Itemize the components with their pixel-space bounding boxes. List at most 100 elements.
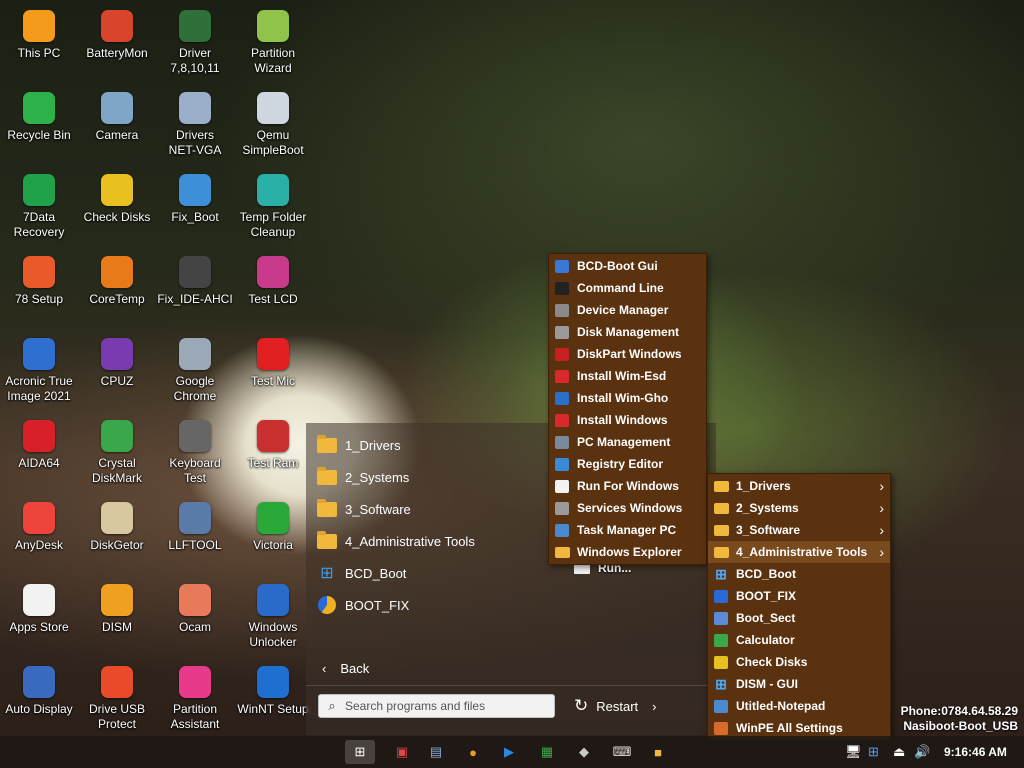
menu-item-label: 2_Systems <box>736 501 799 515</box>
menu-item[interactable]: Install Windows <box>549 409 706 431</box>
desktop-icon[interactable]: Google Chrome <box>156 338 234 404</box>
menu-item[interactable]: Command Line <box>549 277 706 299</box>
menu-item[interactable]: Install Wim-Gho <box>549 387 706 409</box>
install-icon[interactable]: ▦ <box>534 740 560 764</box>
volume-icon[interactable]: 🔊 <box>914 744 930 760</box>
desktop-icon[interactable]: Crystal DiskMark <box>78 420 156 486</box>
desktop-icon[interactable]: DISM <box>78 584 156 635</box>
desktop-icon[interactable]: Fix_IDE-AHCI <box>156 256 234 307</box>
network-icon[interactable]: 🖥 <box>845 744 862 760</box>
desktop-icon[interactable]: Keyboard Test <box>156 420 234 486</box>
desktop-icon[interactable]: Drive USB Protect <box>78 666 156 732</box>
disk-tool-icon[interactable]: ▤ <box>423 740 449 764</box>
desktop-icon[interactable]: Partition Assistant <box>156 666 234 732</box>
menu-item[interactable]: Calculator <box>708 629 890 651</box>
desktop-icon[interactable]: Temp Folder Cleanup <box>234 174 312 240</box>
ahci-tool-icon[interactable]: ◆ <box>571 740 597 764</box>
desktop-icon-label: WinNT Setup <box>237 702 309 716</box>
menu-item[interactable]: 2_Systems › <box>708 497 890 519</box>
desktop-icon[interactable]: AIDA64 <box>0 420 78 471</box>
start-menu-item[interactable]: 2_Systems <box>316 463 552 491</box>
menu-item-label: Install Windows <box>577 413 668 427</box>
thermometer-icon <box>101 256 133 288</box>
menu-item[interactable]: Windows Explorer <box>549 541 706 563</box>
start-menu-item[interactable]: 3_Software <box>316 495 552 523</box>
menu-item[interactable]: Disk Management <box>549 321 706 343</box>
folder-icon <box>712 478 730 494</box>
desktop-icon[interactable]: Apps Store <box>0 584 78 635</box>
menu-item[interactable]: ⊞ DISM - GUI <box>708 673 890 695</box>
desktop-icon[interactable]: LLFTOOL <box>156 502 234 553</box>
chrome-icon[interactable]: ● <box>460 740 486 764</box>
menu-item[interactable]: Boot_Sect <box>708 607 890 629</box>
windows-flag-icon[interactable]: ⊞ <box>868 744 879 760</box>
restart-button[interactable]: ↻ Restart › <box>574 694 657 718</box>
clock[interactable]: 9:16:46 AM <box>944 745 1007 759</box>
media-player-icon[interactable]: ▶ <box>496 740 522 764</box>
desktop-icon[interactable]: Camera <box>78 92 156 143</box>
menu-item[interactable]: Run For Windows <box>549 475 706 497</box>
menu-item[interactable]: 1_Drivers › <box>708 475 890 497</box>
start-menu-item[interactable]: 1_Drivers <box>316 431 552 459</box>
desktop-icon[interactable]: CoreTemp <box>78 256 156 307</box>
desktop-icon[interactable]: CPUZ <box>78 338 156 389</box>
start-menu-item[interactable]: 4_Administrative Tools <box>316 527 552 555</box>
start-menu-item[interactable]: ⊞ BCD_Boot <box>316 559 552 587</box>
menu-item[interactable]: BCD-Boot Gui <box>549 255 706 277</box>
desktop-icon[interactable]: 7Data Recovery <box>0 174 78 240</box>
desktop-icon[interactable]: Check Disks <box>78 174 156 225</box>
menu-item[interactable]: Device Manager <box>549 299 706 321</box>
menu-item[interactable]: BOOT_FIX <box>708 585 890 607</box>
usb-eject-icon[interactable]: ⏏ <box>893 744 905 760</box>
menu-item[interactable]: PC Management <box>549 431 706 453</box>
desktop-icon[interactable]: Fix_Boot <box>156 174 234 225</box>
menu-item[interactable]: 3_Software › <box>708 519 890 541</box>
desktop-icon[interactable]: Test LCD <box>234 256 312 307</box>
desktop-icon[interactable]: Ocam <box>156 584 234 635</box>
desktop-icon[interactable]: Victoria <box>234 502 312 553</box>
search-input[interactable] <box>345 699 545 713</box>
explorer-icon[interactable]: ■ <box>645 740 671 764</box>
menu-item-label: DISM - GUI <box>736 677 798 691</box>
services-icon <box>553 500 571 516</box>
desktop-icon[interactable]: Qemu SimpleBoot <box>234 92 312 158</box>
desktop-icon[interactable]: DiskGetor <box>78 502 156 553</box>
cmd-icon <box>553 280 571 296</box>
start-button-icon[interactable]: ⊞ <box>345 740 375 764</box>
menu-item[interactable]: Registry Editor <box>549 453 706 475</box>
network-tool-icon[interactable]: ▣ <box>389 740 415 764</box>
desktop-icon[interactable]: Acronic True Image 2021 <box>0 338 78 404</box>
start-menu-item[interactable]: BOOT_FIX <box>316 591 552 619</box>
keyboard-icon[interactable]: ⌨ <box>609 740 635 764</box>
menu-item[interactable]: 4_Administrative Tools › <box>708 541 890 563</box>
desktop-icon[interactable]: Test Mic <box>234 338 312 389</box>
search-box[interactable]: ⌕ <box>318 694 555 718</box>
desktop-icon[interactable]: Drivers NET-VGA <box>156 92 234 158</box>
desktop-icon[interactable]: Partition Wizard <box>234 10 312 76</box>
desktop-icon[interactable]: Auto Display <box>0 666 78 717</box>
desktop-icon[interactable]: Driver 7,8,10,11 <box>156 10 234 76</box>
dism-gui-icon: ⊞ <box>715 675 727 692</box>
desktop-icon[interactable]: Test Ram <box>234 420 312 471</box>
back-button[interactable]: ‹ Back <box>322 658 369 678</box>
menu-item[interactable]: ⊞ BCD_Boot <box>708 563 890 585</box>
desktop-icon-label: Windows Unlocker <box>248 620 298 649</box>
menu-item[interactable]: Install Wim-Esd <box>549 365 706 387</box>
desktop-icon-label: Partition Wizard <box>250 46 296 75</box>
menu-item[interactable]: Utitled-Notepad <box>708 695 890 717</box>
desktop-icon[interactable]: Recycle Bin <box>0 92 78 143</box>
diskpart-icon <box>553 346 571 362</box>
fix-boot-icon <box>179 174 211 206</box>
unlocker-icon <box>257 584 289 616</box>
menu-item[interactable]: DiskPart Windows <box>549 343 706 365</box>
desktop-icon[interactable]: 78 Setup <box>0 256 78 307</box>
desktop-icon[interactable]: AnyDesk <box>0 502 78 553</box>
menu-item[interactable]: Task Manager PC <box>549 519 706 541</box>
desktop-icon[interactable]: BatteryMon <box>78 10 156 61</box>
desktop-icon[interactable]: Windows Unlocker <box>234 584 312 650</box>
menu-item-label: PC Management <box>577 435 671 449</box>
menu-item[interactable]: Check Disks <box>708 651 890 673</box>
desktop-icon[interactable]: This PC <box>0 10 78 61</box>
menu-item[interactable]: Services Windows <box>549 497 706 519</box>
desktop-icon[interactable]: WinNT Setup <box>234 666 312 717</box>
